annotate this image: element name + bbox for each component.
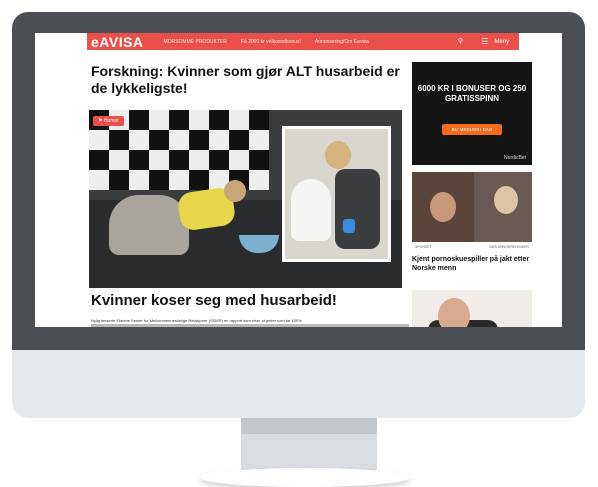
menu-button[interactable]: ☰ Meny xyxy=(481,37,509,46)
woman-scrubbing-head xyxy=(224,180,246,202)
sponsored-label: SPONSET xyxy=(415,245,432,249)
story-face-right xyxy=(494,186,518,214)
woman-scrubbing-legs xyxy=(109,195,189,255)
monitor-stand-neck-shadow xyxy=(241,418,377,434)
story-caption: SPONSET NØS ANNONSELENKER xyxy=(412,242,532,252)
ad-brand: NordicBet xyxy=(504,155,526,161)
hamburger-icon: ☰ xyxy=(481,37,489,46)
toilet xyxy=(291,179,331,241)
ad-cta-button[interactable]: BLI MEDLEM I DAG xyxy=(442,124,502,135)
article-title[interactable]: Forskning: Kvinner som gjør ALT husarbei… xyxy=(91,63,411,97)
sidebar-ad[interactable]: 6000 KR I BONUSER OG 250 GRATISSPINN BLI… xyxy=(412,62,532,165)
inset-photo xyxy=(282,126,391,262)
screen: eAVISA MORSOMME PRODUKTER Få 2000 kr vel… xyxy=(35,33,562,327)
sidebar-story-image[interactable]: SPONSET NØS ANNONSELENKER xyxy=(412,172,532,252)
sidebar-story-image-2[interactable] xyxy=(412,290,532,327)
nav-item-bonus[interactable]: Få 2000 kr velkomstbonus! xyxy=(241,39,301,45)
menu-label: Meny xyxy=(494,38,509,45)
navbar: eAVISA MORSOMME PRODUKTER Få 2000 kr vel… xyxy=(87,33,519,50)
ad-headline: 6000 KR I BONUSER OG 250 GRATISSPINN xyxy=(417,84,527,103)
site-logo[interactable]: eAVISA xyxy=(91,34,144,50)
monitor-stand-base xyxy=(200,468,410,487)
category-tag-label: Humor xyxy=(103,118,119,124)
article-subtitle: Kvinner koser seg med husarbeid! xyxy=(91,292,337,309)
category-tag[interactable]: ⚑ Humor xyxy=(93,116,124,126)
article-text-line xyxy=(91,324,409,327)
man-head xyxy=(438,298,470,327)
ad-links-label: NØS ANNONSELENKER xyxy=(489,245,529,249)
sidebar-story-title[interactable]: Kjent pornoskuespiller på jakt etter Nor… xyxy=(412,255,534,273)
woman-cleaning-body xyxy=(335,169,380,249)
search-icon[interactable]: ⚲ xyxy=(458,37,463,45)
story-face-left xyxy=(430,192,456,222)
article-hero-image[interactable]: ⚑ Humor xyxy=(89,110,402,288)
woman-cleaning-head xyxy=(325,141,351,169)
nav-item-products[interactable]: MORSOMME PRODUKTER xyxy=(164,39,227,45)
nav-item-about[interactable]: Annonsering/Om Eavisa xyxy=(315,39,369,45)
monitor-chin xyxy=(12,350,585,418)
blue-glove xyxy=(343,219,355,233)
